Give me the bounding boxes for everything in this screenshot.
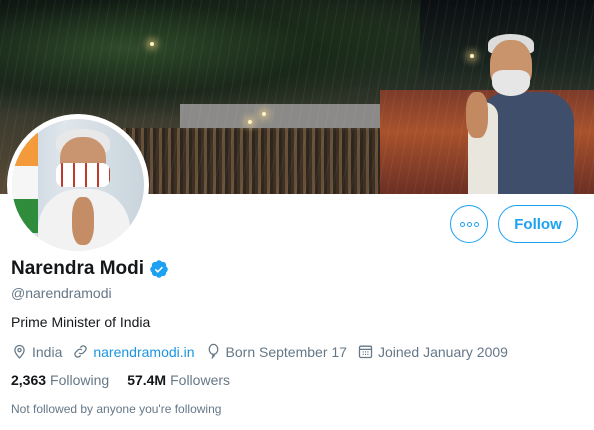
- calendar-icon: [358, 345, 373, 359]
- followed-by-note: Not followed by anyone you're following: [11, 402, 222, 416]
- profile-bio: Prime Minister of India: [11, 314, 151, 330]
- profile-stats: 2,363 Following 57.4M Followers: [11, 372, 248, 388]
- followers-stat[interactable]: 57.4M Followers: [127, 372, 230, 388]
- follow-button[interactable]: Follow: [498, 205, 578, 243]
- profile-name: Narendra Modi: [11, 258, 145, 279]
- following-label: Following: [50, 372, 110, 388]
- link-icon: [74, 345, 88, 358]
- banner-light: [262, 112, 266, 116]
- followers-count: 57.4M: [127, 372, 167, 388]
- website-item[interactable]: narendramodi.in: [72, 343, 195, 360]
- more-horizontal-icon: [459, 221, 465, 227]
- location-item: India: [11, 343, 62, 360]
- banner-light: [248, 120, 252, 124]
- banner-person: [462, 28, 582, 194]
- location-pin-icon: [14, 344, 25, 359]
- profile-handle: @narendramodi: [11, 285, 112, 301]
- website-link[interactable]: narendramodi.in: [93, 344, 194, 360]
- more-options-button[interactable]: [450, 205, 488, 243]
- birthday-item: Born September 17: [205, 343, 347, 360]
- following-count: 2,363: [11, 372, 47, 388]
- balloon-icon: [208, 343, 218, 359]
- avatar[interactable]: [7, 114, 149, 256]
- location-text: India: [32, 343, 63, 360]
- profile-meta: India narendramodi.in Born September 17 …: [11, 343, 518, 360]
- more-horizontal-icon-dot: [473, 221, 479, 227]
- avatar-photo: [12, 119, 144, 251]
- more-horizontal-icon-dot: [466, 221, 472, 227]
- joined-text: Joined January 2009: [377, 343, 508, 360]
- followers-label: Followers: [170, 372, 231, 388]
- birthday-text: Born September 17: [225, 343, 347, 360]
- joined-item: Joined January 2009: [357, 343, 508, 360]
- profile-name-row: Narendra Modi: [11, 258, 169, 280]
- banner-light: [150, 42, 154, 46]
- verified-badge-icon: [150, 260, 168, 278]
- following-stat[interactable]: 2,363 Following: [11, 372, 109, 388]
